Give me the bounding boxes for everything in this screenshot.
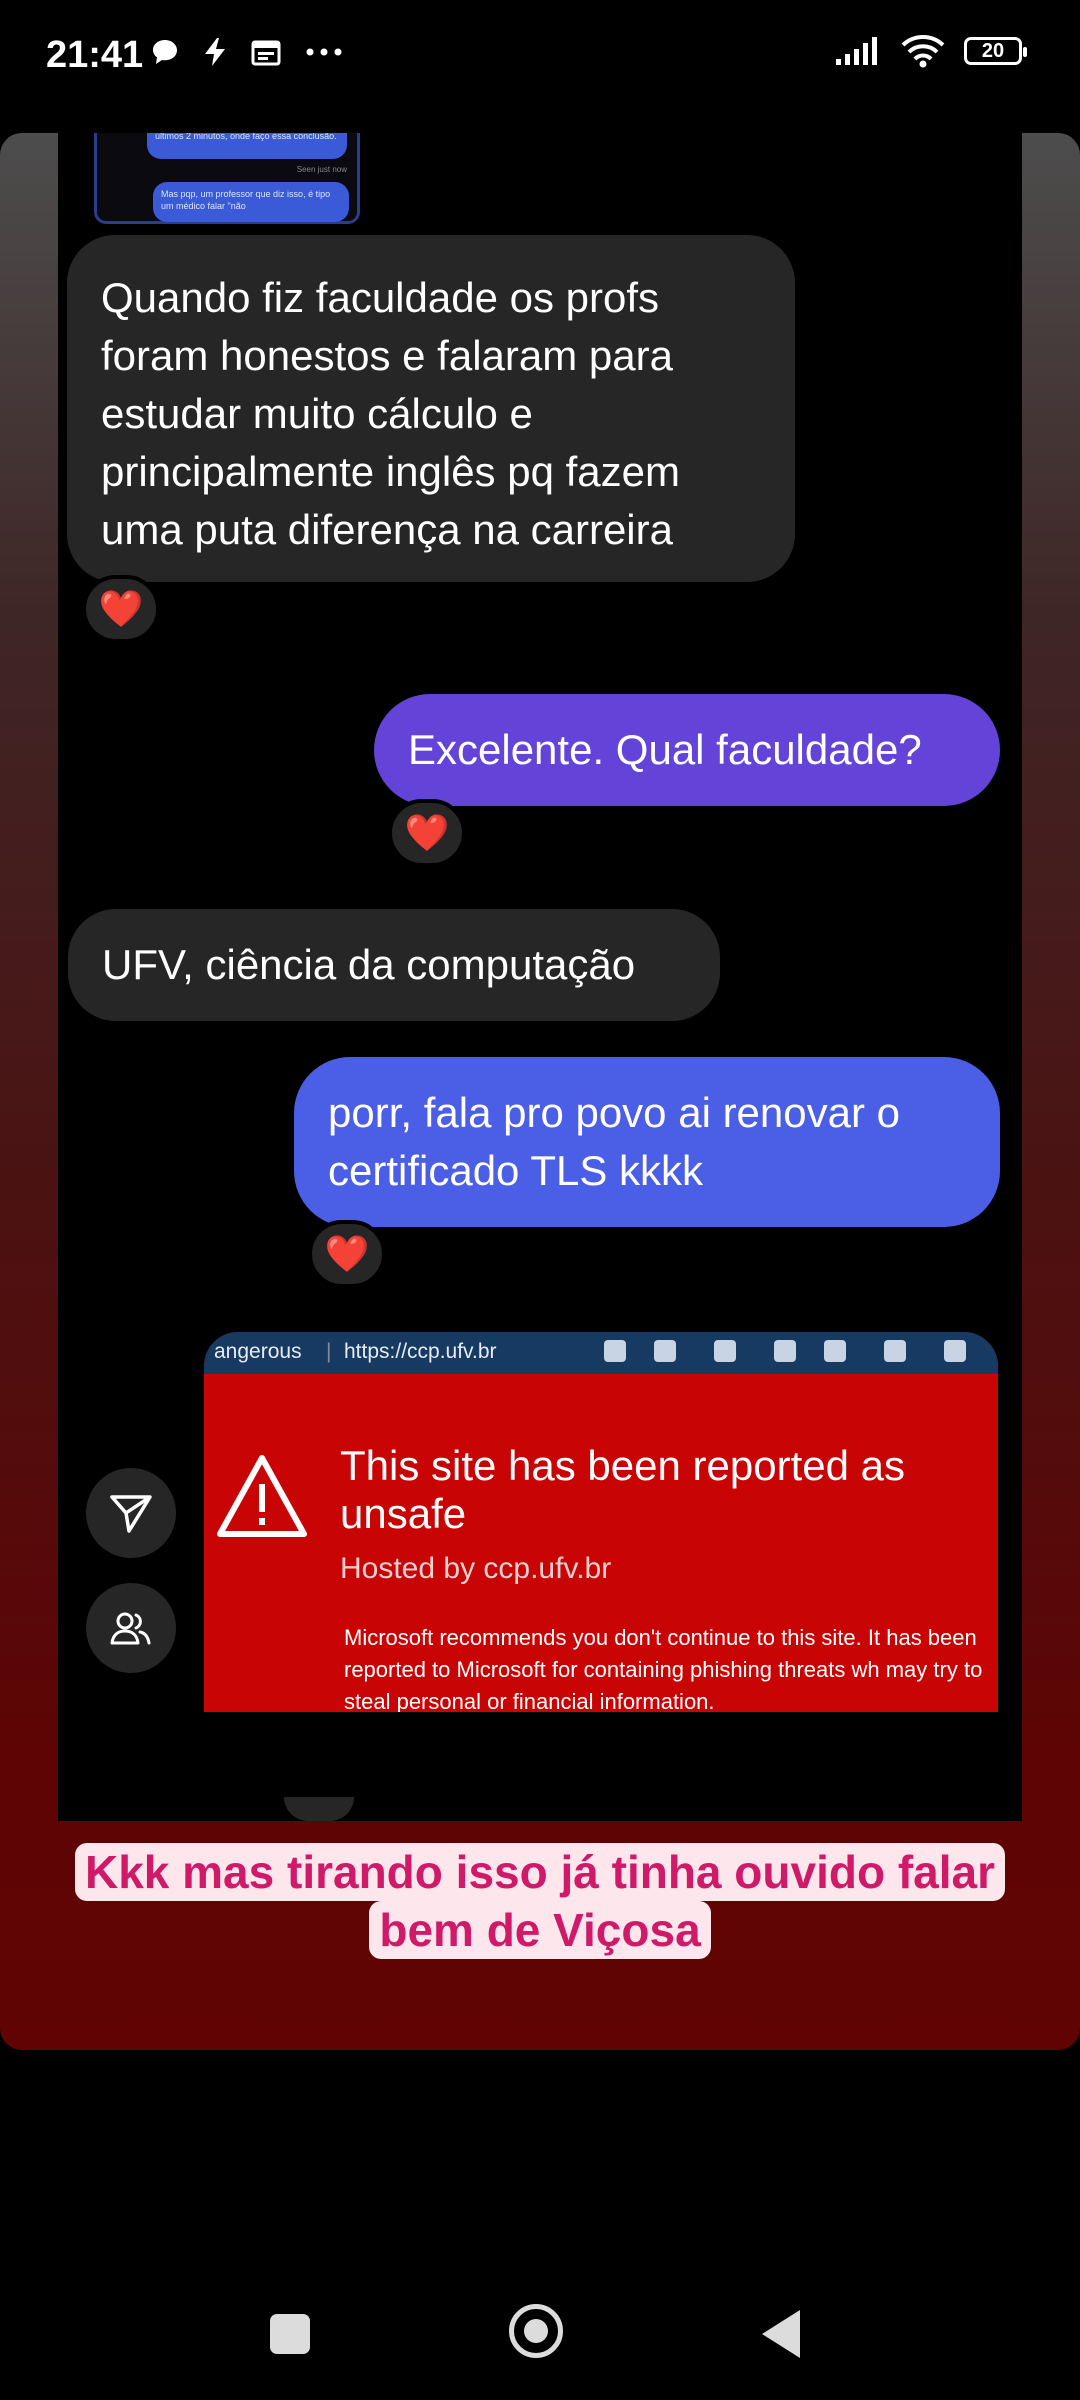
- more-icon: [306, 48, 342, 56]
- extension-icon: [824, 1340, 846, 1362]
- calendar-icon: [251, 40, 281, 66]
- unsafe-site-warning: This site has been reported as unsafe Ho…: [204, 1374, 998, 1712]
- system-icons: 20: [834, 34, 1027, 68]
- nested-chat-preview: últimos 2 minutos, onde faço essa conclu…: [94, 133, 360, 224]
- image-message[interactable]: angerous | https://ccp.ufv.br This site …: [204, 1332, 998, 1712]
- status-bar: 21:41 20: [0, 0, 1080, 120]
- share-button[interactable]: [86, 1468, 176, 1558]
- extension-icon: [944, 1340, 966, 1362]
- preview-seen-label: Seen just now: [296, 165, 347, 174]
- caption-line-2: bem de Viçosa: [369, 1901, 711, 1959]
- warning-hosted-by: Hosted by ccp.ufv.br: [340, 1552, 612, 1585]
- heart-reaction-icon: ❤️: [324, 1233, 370, 1274]
- home-circle-icon[interactable]: [509, 2304, 563, 2358]
- browser-url: https://ccp.ufv.br: [344, 1340, 497, 1363]
- browser-address-bar: angerous | https://ccp.ufv.br: [204, 1332, 998, 1374]
- reaction-badge: ❤️: [388, 799, 466, 867]
- chat-screenshot: últimos 2 minutos, onde faço essa conclu…: [58, 133, 1022, 1821]
- warning-title: This site has been reported as unsafe: [340, 1442, 905, 1537]
- address-separator: |: [326, 1340, 332, 1363]
- story-caption[interactable]: Kkk mas tirando isso já tinha ouvido fal…: [0, 1843, 1080, 1959]
- signal-icon: [836, 37, 877, 65]
- extension-icon: [654, 1340, 676, 1362]
- story-card[interactable]: últimos 2 minutos, onde faço essa conclu…: [0, 133, 1080, 2050]
- chat-bubble-icon: [153, 40, 177, 64]
- caption-line-1: Kkk mas tirando isso já tinha ouvido fal…: [74, 1843, 1005, 1901]
- favorite-star-icon: [604, 1340, 626, 1362]
- extension-icon: [714, 1340, 736, 1362]
- preview-bubble-bottom: Mas pqp, um professor que diz isso, é ti…: [153, 182, 349, 222]
- notification-icons: [150, 36, 344, 68]
- heart-reaction-icon: ❤️: [98, 588, 144, 629]
- warning-description: Microsoft recommends you don't continue …: [344, 1625, 983, 1712]
- preview-bubble-top: últimos 2 minutos, onde faço essa conclu…: [147, 133, 347, 159]
- recents-square-icon[interactable]: [270, 2314, 310, 2354]
- received-message-bubble: Quando fiz faculdade os profs foram hone…: [67, 235, 795, 582]
- warning-triangle-icon: [217, 1455, 307, 1537]
- bolt-icon: [205, 38, 225, 66]
- browser-danger-label: angerous: [214, 1340, 302, 1363]
- wifi-icon: [901, 35, 945, 68]
- back-triangle-icon[interactable]: [762, 2310, 800, 2358]
- sent-message-bubble: Excelente. Qual faculdade?: [374, 694, 1000, 806]
- sent-message-bubble: porr, fala pro povo ai renovar o certifi…: [294, 1057, 1000, 1227]
- battery-level: 20: [981, 39, 1005, 62]
- send-icon: [110, 1495, 152, 1533]
- status-time: 21:41: [46, 34, 144, 76]
- reaction-badge: ❤️: [82, 575, 160, 643]
- extension-icon: [884, 1340, 906, 1362]
- reaction-badge: [284, 1797, 354, 1821]
- heart-reaction-icon: ❤️: [404, 812, 450, 853]
- navigation-bar: [0, 2270, 1080, 2390]
- group-button[interactable]: [86, 1583, 176, 1673]
- battery-icon: 20: [964, 37, 1027, 65]
- people-icon: [110, 1612, 151, 1645]
- reaction-badge: ❤️: [308, 1220, 386, 1288]
- received-message-bubble: UFV, ciência da computação: [68, 909, 720, 1021]
- extension-icon: [774, 1340, 796, 1362]
